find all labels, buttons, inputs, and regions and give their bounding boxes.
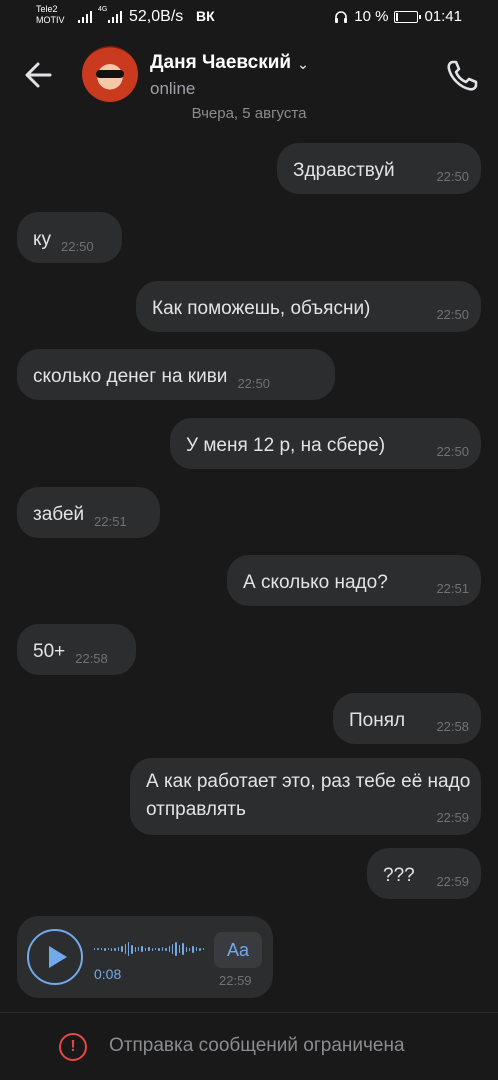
- waveform-bar: [107, 948, 109, 950]
- network-type: 4G: [98, 6, 108, 13]
- clock: 01:41: [424, 8, 462, 25]
- waveform-bar: [155, 948, 157, 950]
- online-status: online: [150, 79, 196, 98]
- chat-header: Даня Чаевский ⌄ online: [0, 34, 498, 114]
- waveform-bar: [165, 947, 167, 951]
- message-time: 22:50: [436, 307, 469, 322]
- waveform-bar: [158, 947, 160, 951]
- compose-restricted-bar: ! Отправка сообщений ограничена: [0, 1012, 498, 1080]
- message-time: 22:58: [75, 651, 108, 666]
- waveform-bar: [144, 947, 147, 951]
- arrow-left-icon[interactable]: [22, 58, 56, 92]
- message-time: 22:51: [94, 514, 127, 529]
- waveform-bar: [97, 948, 99, 950]
- message-time: 22:59: [219, 973, 252, 988]
- waveform-bar: [171, 944, 174, 954]
- vk-icon: ВК: [196, 8, 215, 24]
- message-outgoing[interactable]: А сколько надо? 22:51: [227, 555, 481, 606]
- message-text: 50+: [33, 641, 66, 662]
- waveform-bar: [182, 943, 184, 955]
- message-time: 22:58: [436, 719, 469, 734]
- date-separator: Вчера, 5 августа: [191, 105, 307, 122]
- waveform-bar: [124, 944, 126, 954]
- message-text: ку: [33, 229, 52, 250]
- headphones-icon: [335, 10, 348, 23]
- transcribe-button[interactable]: Aa: [214, 932, 262, 968]
- message-time: 22:51: [436, 581, 469, 596]
- message-time: 22:50: [436, 169, 469, 184]
- waveform-bar: [121, 946, 123, 952]
- message-incoming[interactable]: 50+ 22:58: [17, 624, 136, 675]
- warning-icon: !: [59, 1033, 87, 1061]
- waveform-bar: [94, 948, 96, 950]
- status-bar: Tele2 MOTIV 4G 52,0B/s ВК 10 % 01:41: [0, 0, 498, 34]
- waveform-bar: [175, 942, 177, 956]
- message-incoming[interactable]: забей 22:51: [17, 487, 160, 538]
- waveform-bar: [168, 946, 170, 952]
- waveform-bar: [202, 948, 204, 950]
- battery-icon: [394, 10, 422, 23]
- message-text: Понял: [349, 710, 406, 731]
- message-time: 22:50: [61, 239, 94, 254]
- message-text: Здравствуй: [293, 160, 395, 181]
- waveform-bar: [100, 948, 103, 950]
- voice-message: 0:08 Aa 22:59: [17, 916, 273, 998]
- message-time: 22:59: [436, 874, 469, 889]
- waveform-bar: [131, 944, 133, 954]
- waveform[interactable]: [94, 939, 204, 959]
- battery-percent: 10 %: [354, 8, 389, 25]
- voice-duration: 0:08: [94, 966, 122, 982]
- contact-name[interactable]: Даня Чаевский ⌄: [150, 52, 309, 74]
- signal-icon: [108, 9, 122, 23]
- waveform-bar: [134, 946, 137, 952]
- network-speed: 52,0B/s: [129, 8, 184, 25]
- waveform-bar: [199, 947, 201, 951]
- waveform-bar: [151, 947, 154, 951]
- waveform-bar: [117, 947, 120, 951]
- message-outgoing[interactable]: А как работает это, раз тебе её надо отп…: [130, 758, 481, 835]
- message-outgoing[interactable]: ??? 22:59: [367, 848, 481, 899]
- message-text: забей: [33, 504, 85, 525]
- message-outgoing[interactable]: Как поможешь, объясни) 22:50: [136, 281, 481, 332]
- message-time: 22:59: [436, 810, 469, 825]
- waveform-bar: [127, 942, 130, 956]
- chevron-down-icon: ⌄: [297, 55, 309, 72]
- message-time: 22:50: [436, 444, 469, 459]
- message-text: сколько денег на киви: [33, 366, 228, 387]
- message-text: ???: [383, 865, 415, 886]
- waveform-bar: [141, 946, 143, 952]
- avatar[interactable]: [82, 46, 138, 102]
- waveform-bar: [138, 947, 140, 951]
- waveform-bar: [178, 945, 181, 953]
- waveform-bar: [104, 947, 106, 951]
- phone-icon[interactable]: [442, 56, 482, 96]
- waveform-bar: [192, 945, 194, 953]
- message-time: 22:50: [237, 376, 270, 391]
- waveform-bar: [161, 947, 164, 951]
- message-incoming[interactable]: ку 22:50: [17, 212, 122, 263]
- message-outgoing[interactable]: Здравствуй 22:50: [277, 143, 481, 194]
- message-text: Как поможешь, объясни): [152, 298, 371, 319]
- play-icon[interactable]: [27, 929, 83, 985]
- message-outgoing[interactable]: Понял 22:58: [333, 693, 481, 744]
- restricted-notice: Отправка сообщений ограничена: [109, 1035, 405, 1056]
- waveform-bar: [188, 947, 191, 951]
- message-incoming[interactable]: сколько денег на киви 22:50: [17, 349, 335, 400]
- waveform-bar: [114, 947, 116, 951]
- carrier-label: Tele2 MOTIV: [36, 4, 65, 25]
- signal-icon: [78, 9, 94, 23]
- message-text: А сколько надо?: [243, 572, 388, 593]
- waveform-bar: [148, 947, 150, 951]
- waveform-bar: [110, 947, 113, 951]
- waveform-bar: [185, 946, 187, 952]
- message-text: А как работает это, раз тебе её надо отп…: [146, 771, 471, 820]
- message-text: У меня 12 р, на сбере): [186, 435, 386, 456]
- waveform-bar: [195, 947, 198, 951]
- message-outgoing[interactable]: У меня 12 р, на сбере) 22:50: [170, 418, 481, 469]
